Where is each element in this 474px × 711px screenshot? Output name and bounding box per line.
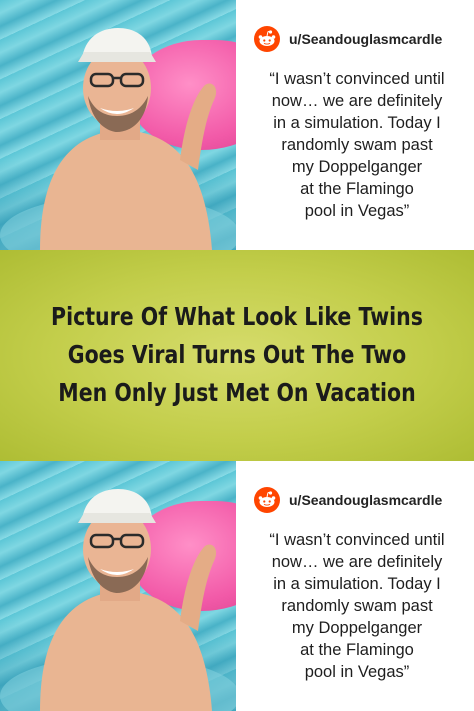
quote-line: in a simulation. Today I	[273, 114, 441, 132]
quote-text: “I wasn’t convinced until now… we are de…	[244, 529, 470, 683]
author-row: u/Seandouglasmcardle	[254, 26, 442, 52]
headline-line: Men Only Just Met On Vacation	[58, 378, 416, 407]
bottom-panel: u/Seandouglasmcardle “I wasn’t convinced…	[0, 461, 474, 711]
man-in-pool-photo	[0, 461, 236, 711]
quote-card: u/Seandouglasmcardle “I wasn’t convinced…	[236, 461, 474, 711]
headline-line: Goes Viral Turns Out The Two	[67, 340, 407, 369]
quote-line: randomly swam past	[281, 136, 433, 154]
quote-line: “I wasn’t convinced until	[269, 70, 445, 88]
quote-line: my Doppelganger	[291, 619, 423, 637]
smiling-man-figure	[0, 28, 236, 250]
quote-line: at the Flamingo	[300, 641, 414, 659]
quote-line: “I wasn’t convinced until	[269, 531, 445, 549]
username: u/Seandouglasmcardle	[289, 31, 443, 47]
author-row: u/Seandouglasmcardle	[254, 487, 442, 513]
quote-line: now… we are definitely	[271, 92, 443, 110]
headline: Picture Of What Look Like Twins Goes Vir…	[51, 298, 423, 412]
headline-banner: Picture Of What Look Like Twins Goes Vir…	[0, 250, 474, 461]
quote-line: pool in Vegas”	[304, 202, 410, 220]
quote-line: my Doppelganger	[291, 158, 423, 176]
man-in-pool-photo	[0, 0, 236, 250]
quote-line: in a simulation. Today I	[273, 575, 441, 593]
quote-line: now… we are definitely	[271, 553, 443, 571]
smiling-man-figure	[0, 489, 236, 711]
reddit-logo-icon	[254, 26, 280, 52]
quote-line: randomly swam past	[281, 597, 433, 615]
pin-graphic: u/Seandouglasmcardle “I wasn’t convinced…	[0, 0, 474, 711]
quote-text: “I wasn’t convinced until now… we are de…	[244, 68, 470, 222]
top-panel: u/Seandouglasmcardle “I wasn’t convinced…	[0, 0, 474, 250]
quote-line: pool in Vegas”	[304, 663, 410, 681]
quote-card: u/Seandouglasmcardle “I wasn’t convinced…	[236, 0, 474, 250]
headline-line: Picture Of What Look Like Twins	[51, 302, 423, 331]
username: u/Seandouglasmcardle	[289, 492, 443, 508]
quote-line: at the Flamingo	[300, 180, 414, 198]
reddit-logo-icon	[254, 487, 280, 513]
